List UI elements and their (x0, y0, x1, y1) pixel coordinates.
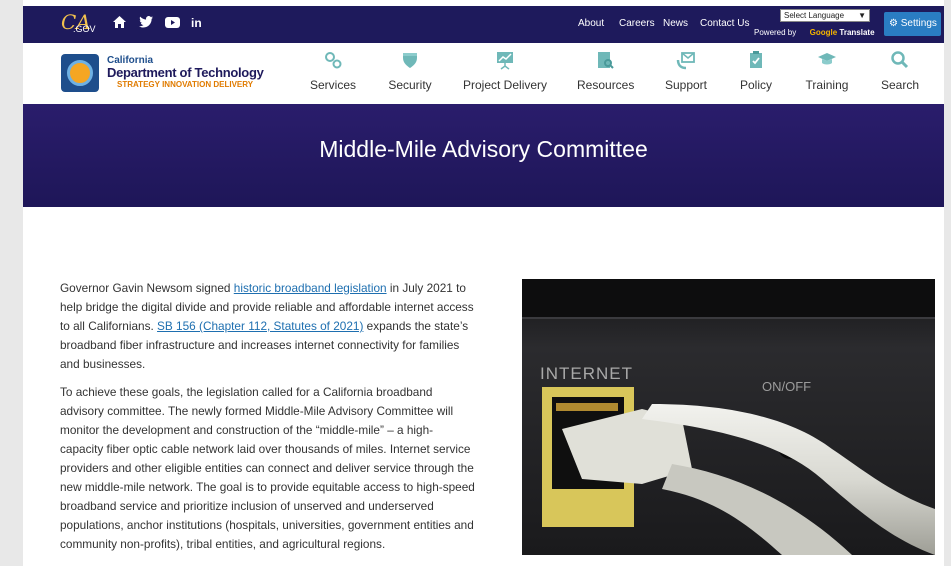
tagline-strategy: STRATEGY (117, 80, 160, 89)
powered-by-text: Powered by (754, 28, 797, 37)
gear-icon: ⚙ (889, 18, 898, 29)
utility-bar: CA .GOV in About Careers News Contact Us… (23, 6, 944, 43)
ethernet-cable-photo: INTERNET ON/OFF (522, 279, 935, 555)
main-navigation: California Department of Technology STRA… (23, 43, 944, 104)
linkedin-icon[interactable]: in (191, 16, 202, 30)
contact-us-link[interactable]: Contact Us (700, 18, 749, 29)
main-content: Governor Gavin Newsom signed historic br… (60, 279, 475, 563)
search-icon (891, 51, 909, 69)
nav-search[interactable]: Search (880, 50, 920, 100)
nav-project-delivery[interactable]: Project Delivery (463, 50, 547, 100)
nav-project-delivery-label: Project Delivery (463, 78, 548, 92)
news-link[interactable]: News (663, 18, 688, 29)
chevron-down-icon: ▼ (858, 11, 866, 20)
page: CA .GOV in About Careers News Contact Us… (23, 0, 944, 566)
language-select[interactable]: Select Language ▼ (780, 9, 870, 22)
nav-security[interactable]: Security (386, 50, 434, 100)
page-banner: Middle-Mile Advisory Committee (23, 104, 944, 207)
home-icon[interactable] (113, 16, 126, 31)
google-translate-attribution: Powered by Google Translate (754, 28, 875, 37)
document-search-icon (598, 52, 614, 69)
language-select-value: Select Language (784, 11, 845, 20)
presentation-icon (497, 52, 513, 70)
goals-paragraph: To achieve these goals, the legislation … (60, 385, 475, 551)
youtube-icon[interactable] (165, 16, 180, 31)
nav-resources-label: Resources (577, 78, 635, 92)
nav-services[interactable]: Services (308, 50, 358, 100)
graduation-cap-icon (818, 53, 836, 65)
nav-search-label: Search (880, 78, 920, 92)
nav-training-label: Training (805, 78, 849, 92)
nav-services-label: Services (309, 78, 356, 92)
twitter-icon[interactable] (139, 16, 153, 31)
nav-security-label: Security (388, 78, 432, 92)
google-text[interactable]: Google (810, 28, 838, 37)
logo-tagline: STRATEGY INNOVATION DELIVERY (117, 80, 253, 89)
intro-paragraph: Governor Gavin Newsom signed historic br… (60, 279, 475, 374)
nav-resources[interactable]: Resources (577, 50, 635, 100)
cdt-logo[interactable]: California Department of Technology STRA… (61, 54, 271, 94)
ca-gov-logo[interactable]: CA .GOV (61, 10, 96, 38)
internet-port-label: INTERNET (540, 364, 633, 383)
settings-label: Settings (900, 18, 937, 29)
about-link[interactable]: About (578, 18, 604, 29)
tagline-delivery: DELIVERY (213, 80, 254, 89)
nav-training[interactable]: Training (804, 50, 850, 100)
translate-text: Translate (839, 28, 875, 37)
on-off-label: ON/OFF (762, 379, 811, 394)
nav-policy[interactable]: Policy (736, 50, 776, 100)
tagline-innovation: INNOVATION (162, 80, 212, 89)
page-title: Middle-Mile Advisory Committee (319, 136, 648, 162)
settings-button[interactable]: ⚙ Settings (884, 12, 941, 36)
logo-department-text: Department of Technology (107, 65, 264, 80)
broadband-legislation-link[interactable]: historic broadband legislation (234, 281, 387, 295)
nav-support[interactable]: Support (663, 50, 709, 100)
cdt-seal (61, 54, 99, 92)
careers-link[interactable]: Careers (619, 18, 655, 29)
gears-icon (325, 52, 342, 69)
shield-icon (403, 53, 417, 68)
nav-support-label: Support (664, 78, 708, 92)
intro-text-1: Governor Gavin Newsom signed (60, 281, 234, 295)
support-mail-icon (676, 52, 695, 70)
gov-logo-text: .GOV (73, 24, 96, 34)
sb156-link[interactable]: SB 156 (Chapter 112, Statutes of 2021) (157, 319, 363, 333)
clipboard-check-icon (750, 51, 762, 68)
nav-policy-label: Policy (739, 78, 772, 92)
